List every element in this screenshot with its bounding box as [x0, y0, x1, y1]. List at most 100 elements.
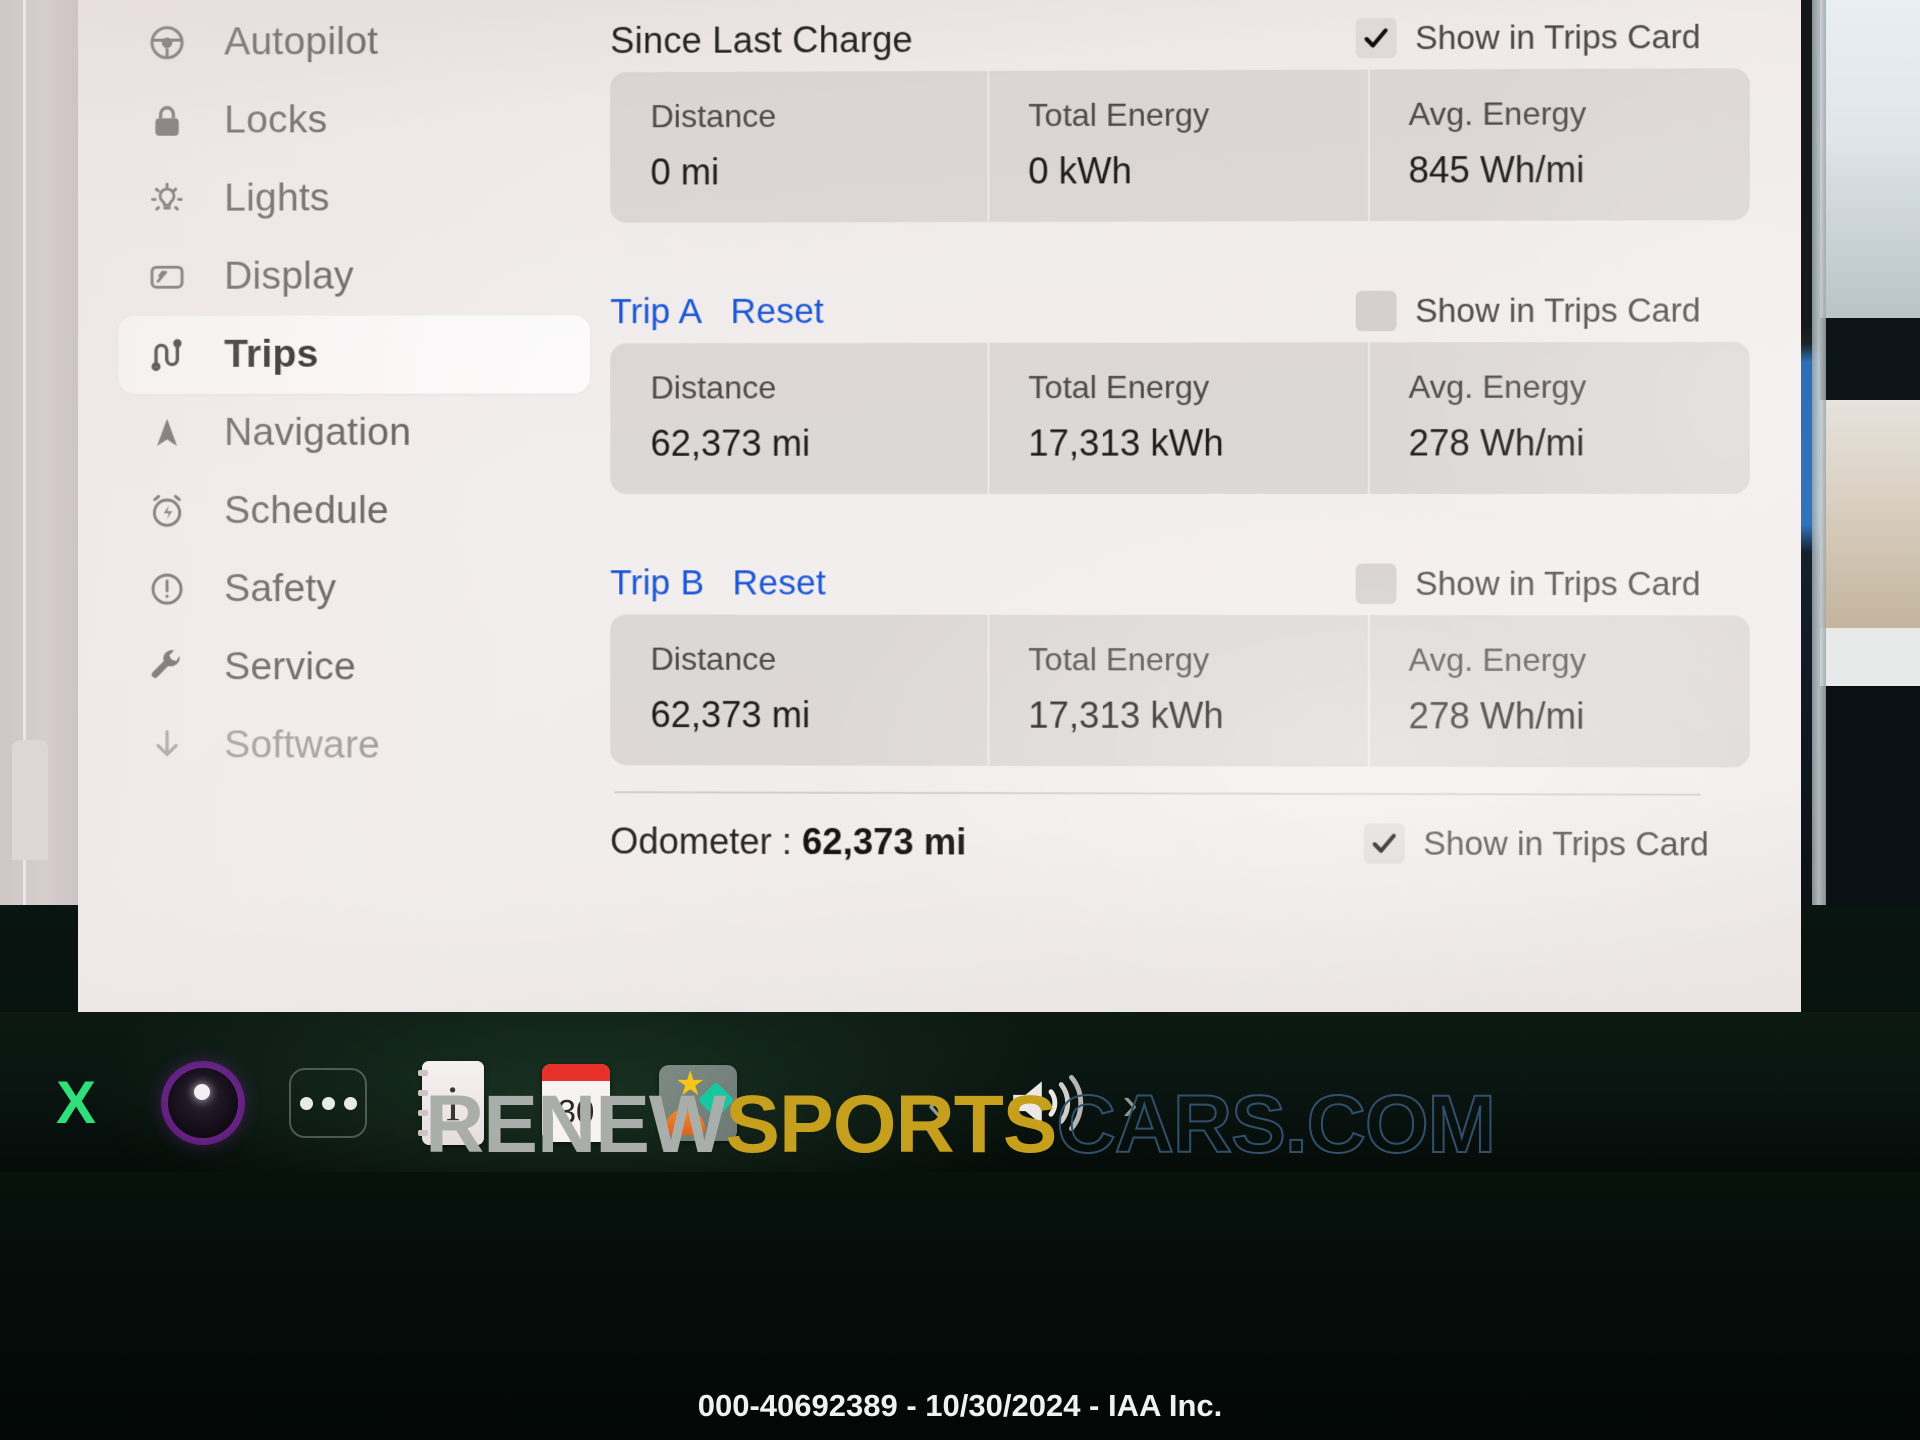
more-dots-icon[interactable] [280, 1055, 376, 1151]
stat-label: Total Energy [1028, 369, 1367, 407]
odometer-row: Odometer : 62,373 mi Show in Trips Card [610, 793, 1750, 893]
stat-total-energy: Total Energy 17,313 kWh [988, 342, 1368, 494]
stat-distance: Distance 0 mi [610, 71, 988, 223]
stat-label: Total Energy [1028, 641, 1367, 679]
section-header: Trip B Reset Show in Trips Card [610, 552, 1750, 615]
sidebar-item-navigation[interactable]: Navigation [118, 394, 590, 472]
sidebar-item-autopilot[interactable]: Autopilot [118, 2, 590, 82]
sidebar-item-display[interactable]: Display [118, 237, 590, 316]
sidebar-item-schedule[interactable]: Schedule [118, 472, 590, 550]
sidebar-item-locks[interactable]: Locks [118, 80, 590, 160]
stat-label: Distance [651, 97, 988, 135]
stat-label: Distance [651, 641, 988, 679]
watermark-logo: RENEWSPORTSCARS.COM [425, 1078, 1495, 1172]
stat-label: Avg. Energy [1408, 641, 1749, 679]
trip-title: Trip B [610, 563, 704, 603]
stat-total-energy: Total Energy 0 kWh [988, 70, 1368, 222]
exclamation-circle-icon [144, 566, 190, 612]
checkbox[interactable] [1356, 564, 1397, 604]
watermark-part-3: CARS.COM [1056, 1079, 1494, 1170]
settings-sidebar[interactable]: Autopilot Locks Lights Display Trips Nav… [118, 2, 590, 1006]
light-bulb-icon [144, 176, 190, 222]
show-in-trips-card-toggle-trip-b[interactable]: Show in Trips Card [1356, 564, 1701, 605]
download-arrow-icon [144, 722, 190, 768]
sidebar-item-label: Safety [224, 567, 336, 611]
media-orb-icon[interactable] [155, 1055, 251, 1151]
sidebar-item-label: Locks [224, 98, 327, 142]
odometer-value: 62,373 mi [802, 821, 966, 863]
alarm-clock-icon [144, 488, 190, 534]
lock-icon [144, 98, 190, 144]
stat-value: 17,313 kWh [1028, 422, 1367, 465]
sidebar-item-software[interactable]: Software [118, 706, 590, 785]
stat-value: 0 mi [651, 150, 988, 193]
trip-title: Trip A [610, 292, 702, 332]
section-since-last-charge: Since Last Charge Show in Trips Card Dis… [610, 5, 1750, 222]
section-trip-a: Trip A Reset Show in Trips Card Distance… [610, 279, 1750, 494]
sidebar-item-label: Autopilot [224, 20, 378, 65]
media-orb-shape [168, 1068, 238, 1138]
checkbox-label: Show in Trips Card [1415, 565, 1700, 604]
section-trip-b: Trip B Reset Show in Trips Card Distance… [610, 552, 1750, 767]
display-icon [144, 254, 190, 300]
more-dots-shape [289, 1068, 367, 1138]
screen-bezel-edge [1812, 0, 1826, 905]
stat-total-energy: Total Energy 17,313 kWh [988, 615, 1368, 767]
sidebar-item-label: Navigation [224, 411, 411, 455]
stat-value: 0 kWh [1028, 149, 1367, 192]
stat-avg-energy: Avg. Energy 845 Wh/mi [1368, 68, 1750, 221]
sidebar-item-label: Service [224, 645, 356, 689]
stat-value: 17,313 kWh [1028, 694, 1367, 737]
stat-value: 62,373 mi [651, 422, 988, 464]
check-icon [1361, 23, 1392, 53]
sidebar-item-lights[interactable]: Lights [118, 159, 590, 238]
sidebar-item-label: Lights [224, 176, 330, 220]
navigation-arrow-icon [144, 410, 190, 456]
stat-distance: Distance 62,373 mi [610, 343, 988, 494]
checkbox[interactable] [1356, 18, 1397, 59]
stat-value: 845 Wh/mi [1408, 148, 1749, 191]
stat-avg-energy: Avg. Energy 278 Wh/mi [1368, 615, 1750, 767]
watermark-part-2: SPORTS [725, 1079, 1056, 1170]
sidebar-item-service[interactable]: Service [118, 628, 590, 707]
dashboard-vent-nub [12, 740, 48, 860]
reset-trip-b-button[interactable]: Reset [733, 563, 826, 603]
sidebar-item-label: Schedule [224, 489, 389, 533]
stat-label: Total Energy [1028, 96, 1367, 134]
odometer-readout: Odometer : 62,373 mi [610, 820, 966, 863]
sidebar-item-safety[interactable]: Safety [118, 550, 590, 628]
show-in-trips-card-toggle-since-last-charge[interactable]: Show in Trips Card [1356, 17, 1701, 59]
check-icon [1369, 828, 1400, 858]
trips-content: Since Last Charge Show in Trips Card Dis… [610, 0, 1750, 1007]
sidebar-item-trips[interactable]: Trips [118, 315, 590, 394]
steering-wheel-icon [144, 20, 190, 66]
checkbox-label: Show in Trips Card [1415, 291, 1700, 330]
checkbox[interactable] [1364, 823, 1405, 864]
checkbox-label: Show in Trips Card [1415, 18, 1700, 58]
show-in-trips-card-toggle-odometer[interactable]: Show in Trips Card [1364, 823, 1709, 864]
checkbox[interactable] [1356, 291, 1397, 331]
trip-header-left: Trip B Reset [610, 563, 826, 603]
show-in-trips-card-toggle-trip-a[interactable]: Show in Trips Card [1356, 290, 1701, 331]
watermark-subtitle: 000-40692389 - 10/30/2024 - IAA Inc. [698, 1388, 1222, 1424]
stat-value: 62,373 mi [651, 694, 988, 737]
checkbox-label: Show in Trips Card [1423, 824, 1708, 863]
stat-value: 278 Wh/mi [1408, 422, 1749, 465]
section-title: Since Last Charge [610, 19, 913, 62]
section-header: Since Last Charge Show in Trips Card [610, 5, 1750, 72]
settings-panel: Autopilot Locks Lights Display Trips Nav… [78, 0, 1801, 1019]
tesla-touchscreen: Autopilot Locks Lights Display Trips Nav… [78, 0, 1778, 1012]
bluetooth-glyph: X [56, 1073, 96, 1133]
bluetooth-icon[interactable]: X [28, 1055, 124, 1151]
stats-card: Distance 0 mi Total Energy 0 kWh Avg. En… [610, 68, 1750, 223]
window-sky [1810, 0, 1920, 200]
sidebar-item-label: Trips [224, 333, 318, 377]
stat-distance: Distance 62,373 mi [610, 614, 988, 765]
trips-route-icon [144, 332, 190, 378]
stats-card: Distance 62,373 mi Total Energy 17,313 k… [610, 614, 1750, 767]
wrench-icon [144, 644, 190, 690]
reset-trip-a-button[interactable]: Reset [731, 292, 824, 332]
sidebar-item-label: Software [224, 723, 380, 767]
stat-label: Distance [651, 369, 988, 407]
stat-avg-energy: Avg. Energy 278 Wh/mi [1368, 342, 1750, 494]
